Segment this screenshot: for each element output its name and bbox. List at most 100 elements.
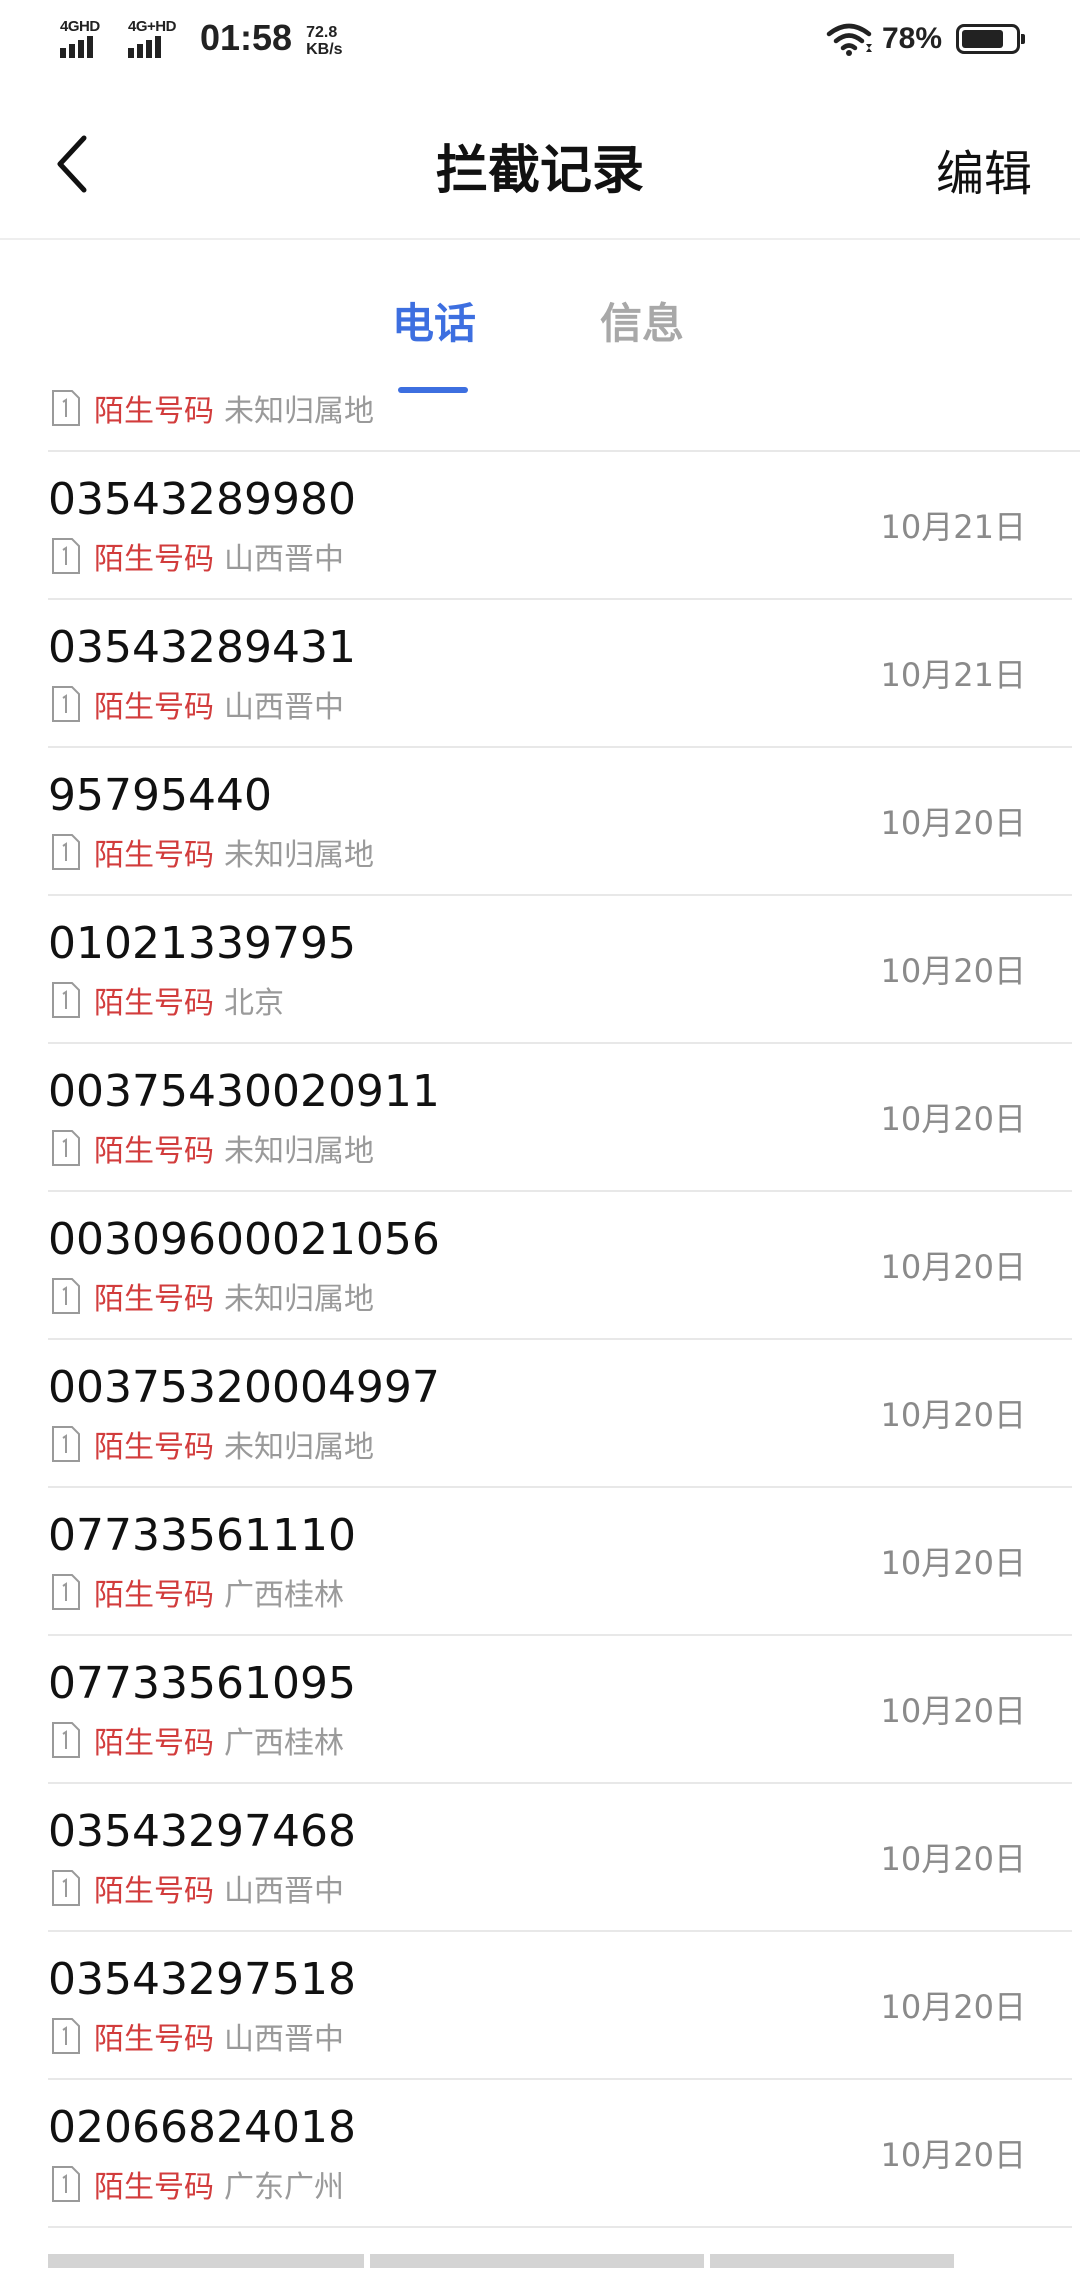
record-tag: 陌生号码 [94, 690, 214, 725]
record-location: 广西桂林 [224, 1578, 344, 1613]
record-tag: 陌生号码 [94, 394, 214, 429]
blocked-call-row[interactable]: 00375430020911 陌生号码 未知归属地 10月20日 [48, 1044, 1072, 1192]
record-subline: 陌生号码 山西晋中 [50, 1868, 344, 1909]
signal-2-icon: 4G+HD [126, 18, 182, 58]
record-location: 未知归属地 [224, 394, 374, 429]
phone-number: 03543297518 [48, 1954, 356, 2005]
blocked-call-row[interactable]: 03543297518 陌生号码 山西晋中 10月20日 [48, 1932, 1072, 2080]
sim-1-icon [52, 834, 80, 870]
placeholder-bar [370, 2254, 704, 2268]
record-date: 10月20日 [880, 804, 1026, 842]
sim-1-icon [52, 2018, 80, 2054]
record-tag: 陌生号码 [94, 2022, 214, 2057]
record-tag: 陌生号码 [94, 1726, 214, 1761]
battery-fill [962, 30, 1003, 48]
sim-1-icon [52, 2166, 80, 2202]
record-tag: 陌生号码 [94, 2170, 214, 2205]
record-tag: 陌生号码 [94, 542, 214, 577]
record-subline: 陌生号码 未知归属地 [50, 1128, 374, 1169]
page-title: 拦截记录 [435, 141, 644, 201]
blocked-call-row[interactable]: 03543289980 陌生号码 山西晋中 10月21日 [48, 452, 1072, 600]
blocked-call-row[interactable]: 02066824018 陌生号码 广东广州 10月20日 [48, 2080, 1072, 2228]
network-speed: 72.8 KB/s [306, 24, 342, 58]
sim-1-icon [52, 390, 80, 426]
status-left: 4GHD 4G+HD 01:58 72.8 KB/s [58, 18, 343, 58]
tab-messages[interactable]: 信息 [600, 290, 684, 351]
placeholder-bar [710, 2254, 954, 2268]
record-date: 10月20日 [880, 1248, 1026, 1286]
blocked-call-row[interactable]: 07733561110 陌生号码 广西桂林 10月20日 [48, 1488, 1072, 1636]
record-tag: 陌生号码 [94, 1578, 214, 1613]
record-tag: 陌生号码 [94, 1134, 214, 1169]
signal-2-label: 4G+HD [128, 18, 176, 35]
record-location: 山西晋中 [224, 2022, 344, 2057]
status-right: 78% [826, 22, 1025, 56]
record-subline: 陌生号码 广西桂林 [50, 1572, 344, 1613]
sim-1-icon [52, 1130, 80, 1166]
record-location: 山西晋中 [224, 690, 344, 725]
record-subline: 陌生号码 未知归属地 [50, 1424, 374, 1465]
record-tag: 陌生号码 [94, 1282, 214, 1317]
phone-number: 00375430020911 [48, 1066, 440, 1117]
record-tag: 陌生号码 [94, 1874, 214, 1909]
record-location: 广东广州 [224, 2170, 344, 2205]
record-date: 10月21日 [880, 656, 1026, 694]
record-tag: 陌生号码 [94, 1430, 214, 1465]
record-date: 10月20日 [880, 1988, 1026, 2026]
tab-bar: 电话 信息 [0, 240, 1080, 393]
edit-button[interactable]: 编辑 [936, 134, 1032, 204]
blocked-call-row[interactable]: 03543289431 陌生号码 山西晋中 10月21日 [48, 600, 1072, 748]
record-subline: 陌生号码 广东广州 [50, 2164, 344, 2205]
sim-1-icon [52, 538, 80, 574]
tab-calls[interactable]: 电话 [392, 290, 476, 351]
sim-1-icon [52, 1574, 80, 1610]
blocked-call-list: 陌生号码 未知归属地 03543289980 陌生号码 山西晋中 10月21日 … [0, 388, 1080, 2268]
blocked-call-row[interactable]: 00309600021056 陌生号码 未知归属地 10月20日 [48, 1192, 1072, 1340]
sim-1-icon [52, 686, 80, 722]
phone-number: 03543289980 [48, 474, 356, 525]
nav-bar: 拦截记录 编辑 [0, 84, 1080, 240]
signal-1-label: 4GHD [60, 18, 100, 35]
record-location: 未知归属地 [224, 1430, 374, 1465]
blocked-call-row[interactable]: 03543297468 陌生号码 山西晋中 10月20日 [48, 1784, 1072, 1932]
record-date: 10月20日 [880, 952, 1026, 990]
record-date: 10月20日 [880, 1544, 1026, 1582]
sim-1-icon [52, 1278, 80, 1314]
wifi-icon [826, 23, 872, 56]
record-location: 广西桂林 [224, 1726, 344, 1761]
record-tag: 陌生号码 [94, 986, 214, 1021]
record-subline: 陌生号码 广西桂林 [50, 1720, 344, 1761]
blocked-call-row[interactable]: 01021339795 陌生号码 北京 10月20日 [48, 896, 1072, 1044]
record-subline: 陌生号码 山西晋中 [50, 2016, 344, 2057]
phone-number: 95795440 [48, 770, 272, 821]
record-subline: 陌生号码 未知归属地 [50, 1276, 374, 1317]
phone-number: 00309600021056 [48, 1214, 440, 1265]
blocked-call-row[interactable]: 00375320004997 陌生号码 未知归属地 10月20日 [48, 1340, 1072, 1488]
record-subline: 陌生号码 山西晋中 [50, 684, 344, 725]
record-location: 未知归属地 [224, 1134, 374, 1169]
speed-unit: KB/s [306, 41, 343, 58]
signal-1-icon: 4GHD [58, 18, 114, 58]
record-location: 山西晋中 [224, 1874, 344, 1909]
record-tag: 陌生号码 [94, 838, 214, 873]
blocked-call-row[interactable]: 07733561095 陌生号码 广西桂林 10月20日 [48, 1636, 1072, 1784]
sim-1-icon [52, 982, 80, 1018]
list-item-partial-bottom [48, 2228, 1080, 2268]
record-location: 未知归属地 [224, 838, 374, 873]
sim-1-icon [52, 1870, 80, 1906]
record-date: 10月20日 [880, 1840, 1026, 1878]
phone-number: 03543289431 [48, 622, 356, 673]
record-date: 10月20日 [880, 2136, 1026, 2174]
record-subline: 陌生号码 未知归属地 [50, 832, 374, 873]
status-bar: 4GHD 4G+HD 01:58 72.8 KB/s 78% [0, 0, 1080, 84]
phone-number: 01021339795 [48, 918, 356, 969]
battery-icon [956, 24, 1025, 54]
phone-number: 02066824018 [48, 2102, 356, 2153]
status-time: 01:58 [200, 17, 293, 58]
record-location: 山西晋中 [224, 542, 344, 577]
speed-value: 72.8 [306, 24, 338, 41]
list-item-partial[interactable]: 陌生号码 未知归属地 [48, 388, 1080, 452]
blocked-call-row[interactable]: 95795440 陌生号码 未知归属地 10月20日 [48, 748, 1072, 896]
record-date: 10月20日 [880, 1396, 1026, 1434]
phone-number: 00375320004997 [48, 1362, 440, 1413]
